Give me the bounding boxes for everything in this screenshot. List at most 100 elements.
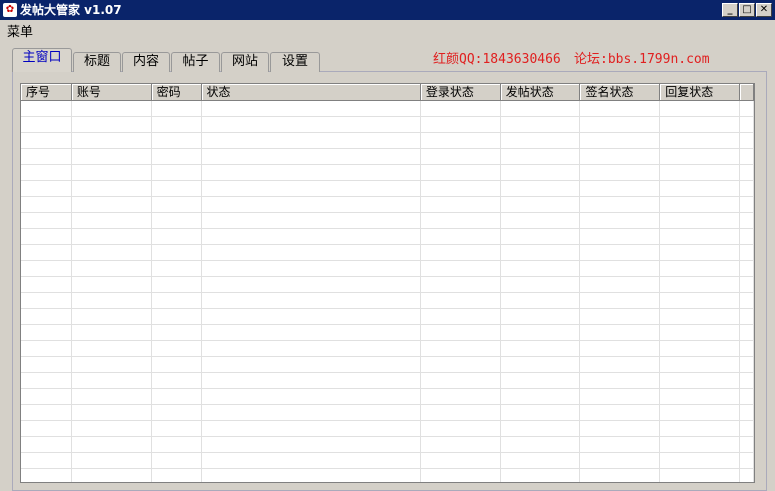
table-cell xyxy=(660,309,741,324)
table-cell xyxy=(202,373,421,388)
table-row[interactable] xyxy=(21,197,754,213)
app-icon: ✿ xyxy=(3,3,17,17)
forum-link[interactable]: 论坛:bbs.1799n.com xyxy=(574,48,710,67)
table-cell xyxy=(740,229,754,244)
column-header[interactable]: 密码 xyxy=(151,84,202,101)
table-cell xyxy=(501,197,581,212)
table-cell xyxy=(21,421,72,436)
table-cell xyxy=(72,165,152,180)
table-cell xyxy=(501,357,581,372)
table-cell xyxy=(152,229,202,244)
table-cell xyxy=(202,277,421,292)
table-cell xyxy=(152,149,202,164)
table-cell xyxy=(580,101,661,116)
table-row[interactable] xyxy=(21,437,754,453)
table-cell xyxy=(72,213,152,228)
table-row[interactable] xyxy=(21,229,754,245)
table-row[interactable] xyxy=(21,117,754,133)
table-cell xyxy=(660,325,741,340)
table-cell xyxy=(660,181,741,196)
table-cell xyxy=(580,245,661,260)
column-header[interactable]: 序号 xyxy=(21,84,72,101)
table-row[interactable] xyxy=(21,245,754,261)
table-cell xyxy=(660,341,741,356)
table-cell xyxy=(501,277,581,292)
table-cell xyxy=(660,389,741,404)
table-row[interactable] xyxy=(21,309,754,325)
table-cell xyxy=(660,213,741,228)
table-cell xyxy=(72,357,152,372)
table-cell xyxy=(202,149,421,164)
table-cell xyxy=(660,453,741,468)
table-cell xyxy=(421,293,501,308)
table-row[interactable] xyxy=(21,165,754,181)
table-row[interactable] xyxy=(21,373,754,389)
table-row[interactable] xyxy=(21,469,754,482)
table-row[interactable] xyxy=(21,453,754,469)
table-cell xyxy=(21,357,72,372)
column-header[interactable]: 发帖状态 xyxy=(500,84,581,101)
menu-main[interactable]: 菜单 xyxy=(7,21,33,40)
table-row[interactable] xyxy=(21,405,754,421)
tab-settings[interactable]: 设置 xyxy=(270,52,320,72)
table-cell xyxy=(152,277,202,292)
title-bar: ✿ 发帖大管家 v1.07 _ □ ✕ xyxy=(0,0,775,20)
table-row[interactable] xyxy=(21,277,754,293)
table-cell xyxy=(740,373,754,388)
tab-posts[interactable]: 帖子 xyxy=(171,52,220,72)
table-cell xyxy=(740,245,754,260)
table-cell xyxy=(660,149,741,164)
column-header[interactable]: 账号 xyxy=(71,84,152,101)
table-row[interactable] xyxy=(21,133,754,149)
table-cell xyxy=(421,101,501,116)
table-cell xyxy=(152,357,202,372)
table-row[interactable] xyxy=(21,357,754,373)
table-cell xyxy=(580,341,661,356)
table-row[interactable] xyxy=(21,389,754,405)
column-header[interactable] xyxy=(740,84,754,101)
table-cell xyxy=(580,469,661,482)
table-cell xyxy=(152,421,202,436)
maximize-button[interactable]: □ xyxy=(739,3,755,17)
table-cell xyxy=(152,469,202,482)
table-cell xyxy=(202,469,421,482)
table-cell xyxy=(21,405,72,420)
table-row[interactable] xyxy=(21,261,754,277)
table-cell xyxy=(72,341,152,356)
table-row[interactable] xyxy=(21,101,754,117)
table-row[interactable] xyxy=(21,293,754,309)
table-cell xyxy=(501,213,581,228)
close-button[interactable]: ✕ xyxy=(756,3,772,17)
table-row[interactable] xyxy=(21,181,754,197)
table-row[interactable] xyxy=(21,421,754,437)
table-cell xyxy=(21,245,72,260)
column-header[interactable]: 状态 xyxy=(201,84,421,101)
table-cell xyxy=(421,341,501,356)
table-cell xyxy=(21,389,72,404)
tab-sites[interactable]: 网站 xyxy=(221,52,269,72)
table-row[interactable] xyxy=(21,325,754,341)
table-cell xyxy=(740,389,754,404)
table-cell xyxy=(21,213,72,228)
table-cell xyxy=(580,357,661,372)
minimize-button[interactable]: _ xyxy=(722,3,738,17)
table-cell xyxy=(580,373,661,388)
tab-content[interactable]: 内容 xyxy=(122,52,170,72)
table-cell xyxy=(421,245,501,260)
table-row[interactable] xyxy=(21,149,754,165)
column-header[interactable]: 回复状态 xyxy=(660,84,741,101)
table-cell xyxy=(580,197,661,212)
table-cell xyxy=(21,373,72,388)
table-cell xyxy=(501,469,581,482)
table-cell xyxy=(21,293,72,308)
table-cell xyxy=(72,245,152,260)
account-table[interactable]: 序号 账号 密码 状态 登录状态 发帖状态 签名状态 回复状态 xyxy=(20,83,755,483)
tab-title[interactable]: 标题 xyxy=(73,52,121,72)
table-cell xyxy=(740,213,754,228)
column-header[interactable]: 登录状态 xyxy=(420,84,501,101)
tab-main[interactable]: 主窗口 xyxy=(12,48,72,72)
column-header[interactable]: 签名状态 xyxy=(580,84,661,101)
table-row[interactable] xyxy=(21,213,754,229)
table-row[interactable] xyxy=(21,341,754,357)
table-cell xyxy=(421,469,501,482)
